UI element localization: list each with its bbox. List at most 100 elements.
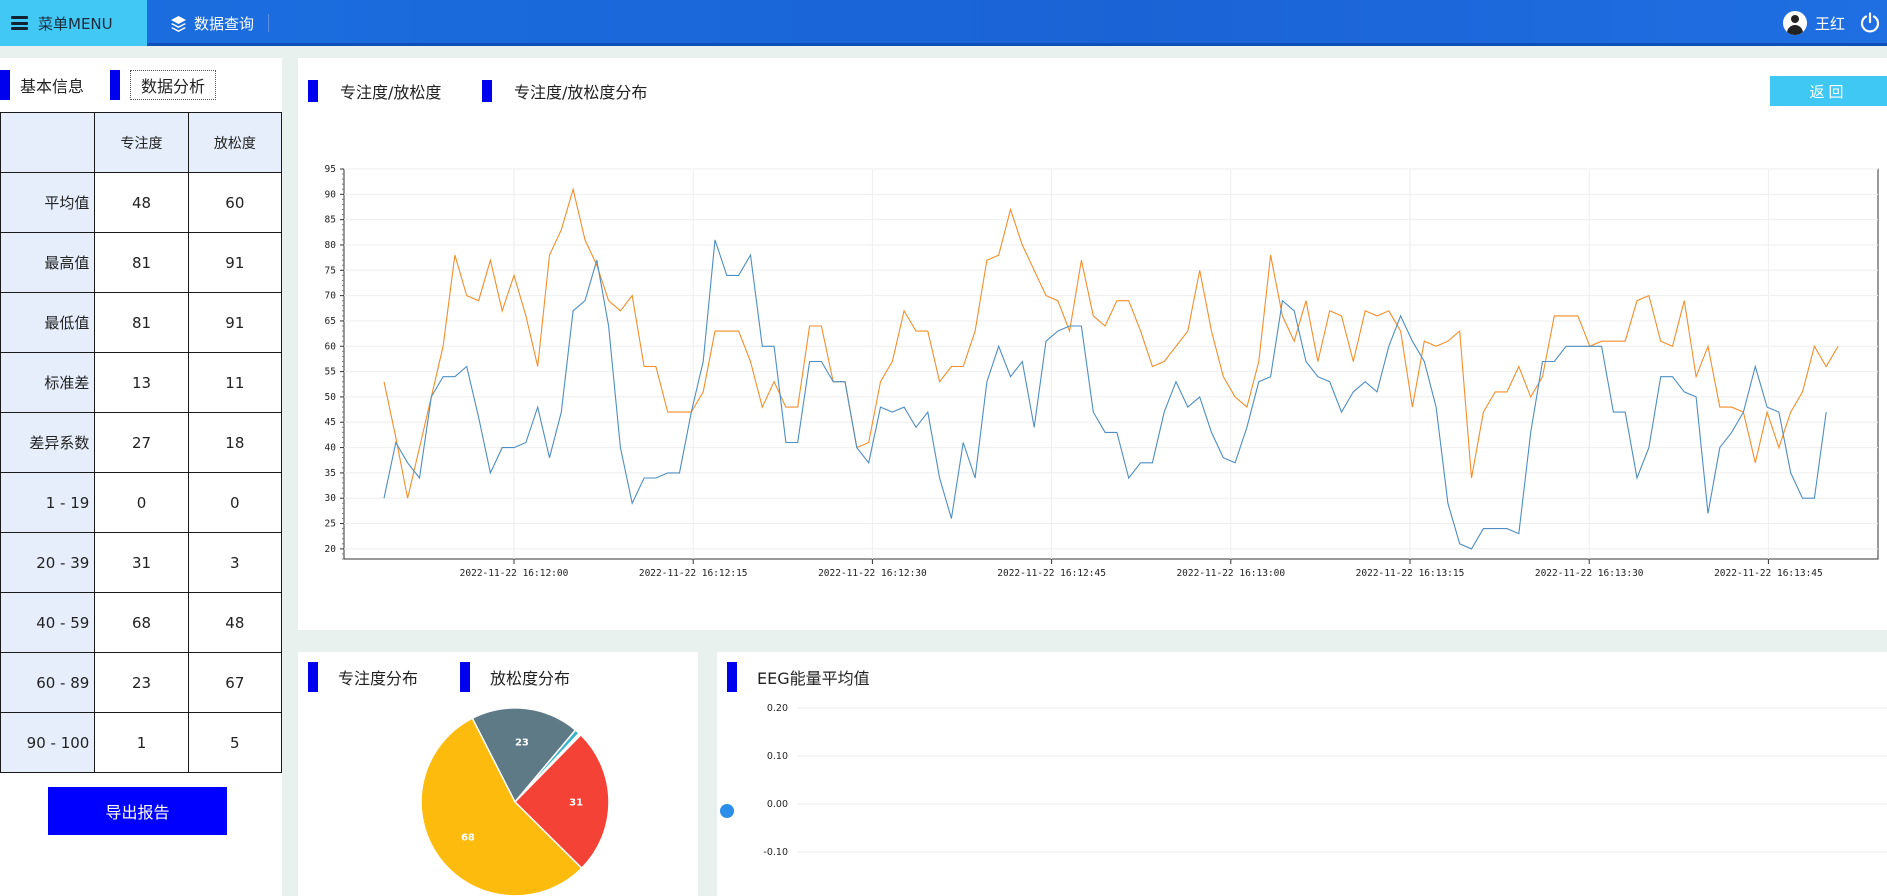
top-bar: 菜单MENU 数据查询 王红 xyxy=(0,0,1887,46)
x-tick-label: 2022-11-22 16:12:30 xyxy=(818,568,927,579)
y-tick-label: 65 xyxy=(325,316,336,327)
export-report-button[interactable]: 导出报告 xyxy=(48,787,227,835)
main-chart-panel: 专注度/放松度 专注度/放松度分布 返回 20 25 30 35 40 45 50 55 60 6… xyxy=(298,58,1887,630)
row-label: 标准差 xyxy=(0,352,96,413)
y-tick-label: -0.10 xyxy=(763,847,788,858)
y-tick-label: 75 xyxy=(325,265,336,276)
focus-distribution-pie-chart: 23 31 68 xyxy=(420,707,610,896)
pie-slice-label: 31 xyxy=(569,798,583,809)
focus-value: 48 xyxy=(94,172,189,233)
row-label: 差异系数 xyxy=(0,412,96,473)
table-row: 最高值 81 91 xyxy=(0,232,283,293)
eeg-energy-chart: 0.20 0.10 0.00 -0.10 xyxy=(720,703,1887,858)
row-label: 最低值 xyxy=(0,292,96,353)
focus-value: 68 xyxy=(94,592,189,653)
series-line-1 xyxy=(383,239,1827,550)
table-corner xyxy=(0,112,96,173)
relax-value: 18 xyxy=(187,412,283,473)
focus-value: 27 xyxy=(94,412,189,473)
tab-marker xyxy=(110,70,120,100)
row-label: 20 - 39 xyxy=(0,532,96,593)
x-tick-label: 2022-11-22 16:12:00 xyxy=(460,568,569,579)
focus-value: 81 xyxy=(94,232,189,293)
x-tick-label: 2022-11-22 16:13:30 xyxy=(1535,568,1644,579)
row-label: 40 - 59 xyxy=(0,592,96,653)
y-tick-label: 80 xyxy=(325,240,337,251)
focus-value: 1 xyxy=(94,712,189,773)
y-tick-label: 20 xyxy=(325,544,337,555)
x-tick-label: 2022-11-22 16:12:45 xyxy=(997,568,1106,579)
stats-table: 专注度 放松度 平均值 48 60 最高值 81 91 最低值 81 91 标准… xyxy=(0,112,283,773)
y-tick-label: 45 xyxy=(325,417,336,428)
tab-marker xyxy=(0,70,10,100)
relax-value: 48 xyxy=(187,592,283,653)
relax-value: 0 xyxy=(187,472,283,533)
tab-marker xyxy=(308,80,318,102)
col-header-relax: 放松度 xyxy=(187,112,283,173)
pie-slice-label: 23 xyxy=(515,737,529,748)
relax-value: 3 xyxy=(187,532,283,593)
y-tick-label: 85 xyxy=(325,215,336,226)
power-icon[interactable] xyxy=(1859,12,1881,34)
table-row: 1 - 19 0 0 xyxy=(0,472,283,533)
x-tick-label: 2022-11-22 16:13:45 xyxy=(1714,568,1823,579)
tab-basic-info[interactable]: 基本信息 xyxy=(0,70,84,100)
y-tick-label: 0.10 xyxy=(767,751,788,762)
nav-divider xyxy=(268,14,269,32)
nav-data-query[interactable]: 数据查询 xyxy=(170,0,254,46)
left-tabs: 基本信息 数据分析 xyxy=(0,70,282,100)
y-tick-label: 30 xyxy=(325,493,337,504)
pie-slice-label: 68 xyxy=(461,832,475,843)
user-name: 王红 xyxy=(1815,14,1846,33)
eeg-data-point xyxy=(720,804,734,818)
nav-data-query-label: 数据查询 xyxy=(194,14,255,33)
focus-value: 23 xyxy=(94,652,189,713)
tab-focus-relax-label: 专注度/放松度 xyxy=(340,83,442,102)
layers-icon xyxy=(171,15,186,32)
y-tick-label: 55 xyxy=(325,367,336,378)
table-row: 40 - 59 68 48 xyxy=(0,592,283,653)
row-label: 1 - 19 xyxy=(0,472,96,533)
y-tick-label: 25 xyxy=(325,519,336,530)
relax-value: 67 xyxy=(187,652,283,713)
back-button[interactable]: 返回 xyxy=(1770,76,1887,106)
relax-value: 11 xyxy=(187,352,283,413)
user-info[interactable]: 王红 xyxy=(1783,0,1845,46)
relax-value: 5 xyxy=(187,712,283,773)
focus-value: 13 xyxy=(94,352,189,413)
row-label: 60 - 89 xyxy=(0,652,96,713)
tab-basic-info-label: 基本信息 xyxy=(20,77,85,96)
focus-relax-line-chart: 20 25 30 35 40 45 50 55 60 65 70 75 80 85 90 95 2022-11-… xyxy=(325,164,1879,579)
y-tick-label: 90 xyxy=(325,189,337,200)
table-row: 差异系数 27 18 xyxy=(0,412,283,473)
row-label: 90 - 100 xyxy=(0,712,96,773)
y-tick-label: 40 xyxy=(325,443,337,454)
focus-value: 31 xyxy=(94,532,189,593)
y-tick-label: 60 xyxy=(325,341,337,352)
series-line-0 xyxy=(383,187,1839,499)
hamburger-icon xyxy=(11,16,28,30)
tab-focus-relax-distribution[interactable]: 专注度/放松度分布 xyxy=(482,76,647,106)
row-label: 平均值 xyxy=(0,172,96,233)
tab-focus-relax-distribution-label: 专注度/放松度分布 xyxy=(514,83,648,102)
tab-data-analysis[interactable]: 数据分析 xyxy=(110,70,217,100)
x-tick-label: 2022-11-22 16:13:00 xyxy=(1176,568,1285,579)
menu-button[interactable]: 菜单MENU xyxy=(0,0,147,46)
table-row: 20 - 39 31 3 xyxy=(0,532,283,593)
col-header-focus: 专注度 xyxy=(94,112,189,173)
table-header-row: 专注度 放松度 xyxy=(0,112,283,173)
table-row: 平均值 48 60 xyxy=(0,172,283,233)
plot-frame xyxy=(343,168,1879,560)
eeg-panel: EEG能量平均值 0.20 0.10 0.00 -0.10 xyxy=(717,652,1887,896)
relax-value: 91 xyxy=(187,292,283,353)
menu-label: 菜单MENU xyxy=(38,14,113,33)
table-row: 标准差 13 11 xyxy=(0,352,283,413)
user-avatar-icon xyxy=(1783,11,1807,35)
tab-focus-relax[interactable]: 专注度/放松度 xyxy=(308,76,441,106)
y-tick-label: 0.00 xyxy=(767,799,788,810)
y-tick-label: 50 xyxy=(325,392,337,403)
x-tick-label: 2022-11-22 16:13:15 xyxy=(1356,568,1465,579)
table-row: 90 - 100 1 5 xyxy=(0,712,283,773)
y-tick-label: 0.20 xyxy=(767,703,788,714)
y-tick-label: 35 xyxy=(325,468,336,479)
